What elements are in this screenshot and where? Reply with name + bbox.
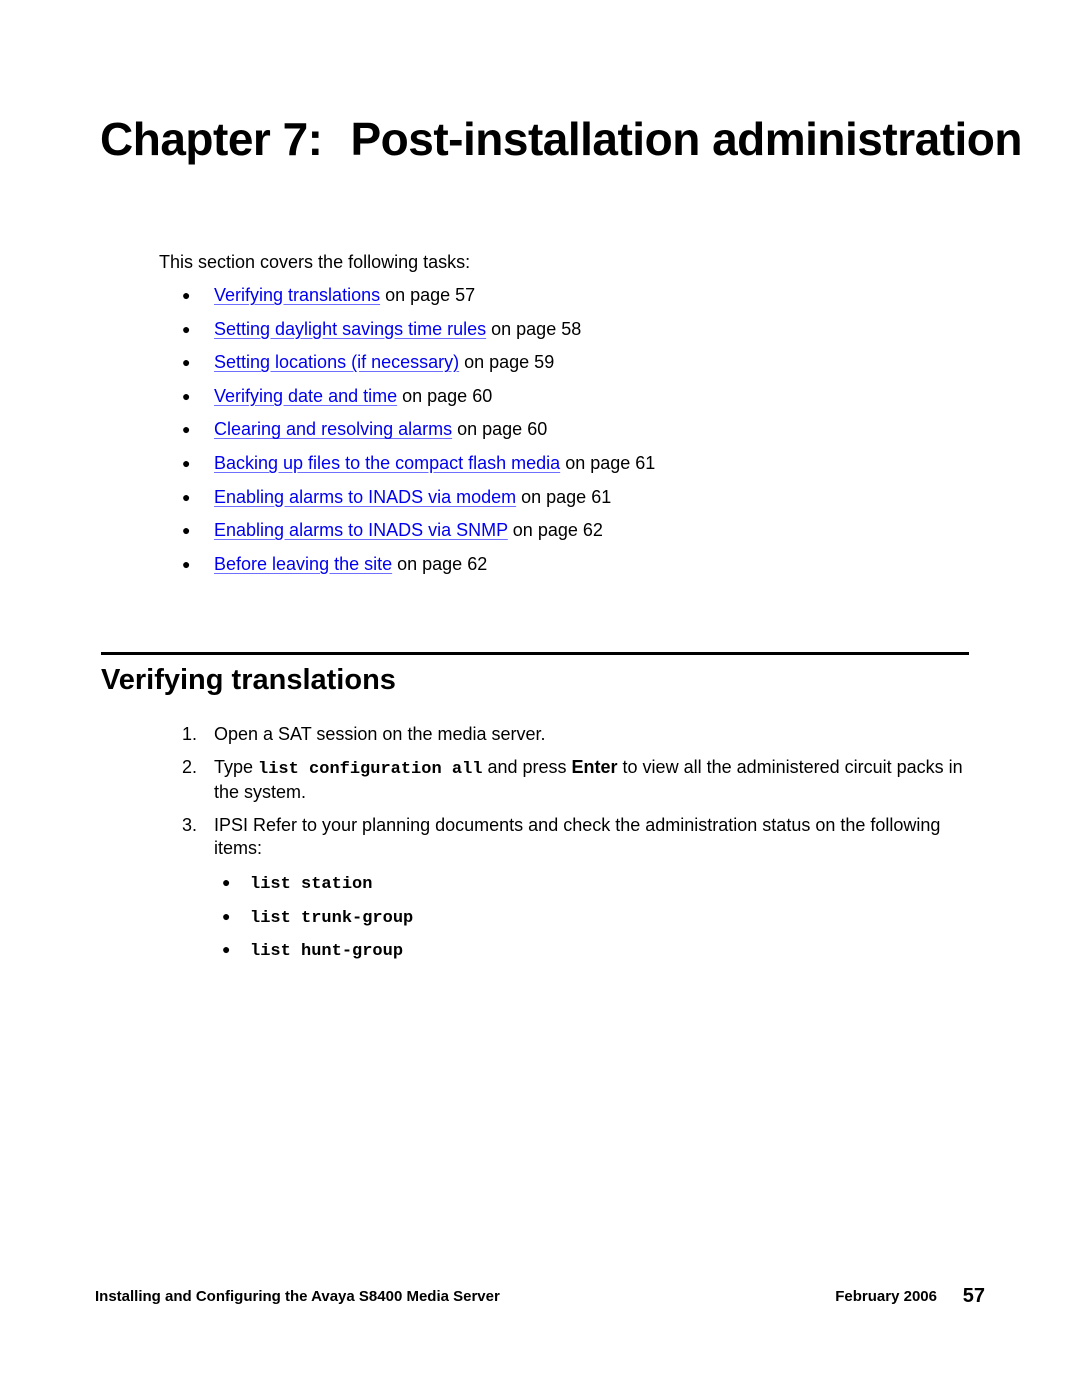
list-item: ● Setting daylight savings time rules on … bbox=[160, 317, 655, 351]
intro-text: This section covers the following tasks: bbox=[159, 252, 471, 272]
task-link[interactable]: Enabling alarms to INADS via SNMP bbox=[214, 520, 508, 540]
bullet-icon: ● bbox=[182, 354, 191, 371]
page-ref: on page 61 bbox=[560, 452, 656, 473]
list-item: ● list hunt-group bbox=[206, 937, 972, 971]
page-ref: on page 62 bbox=[507, 520, 603, 541]
command-text: list configuration all bbox=[258, 760, 483, 779]
bullet-icon: ● bbox=[182, 287, 191, 303]
step-number: 3. bbox=[182, 815, 198, 835]
list-item: ● Setting locations (if necessary) on pag… bbox=[160, 350, 655, 384]
bullet-icon: ● bbox=[182, 488, 191, 505]
key-name: Enter bbox=[571, 757, 618, 777]
step-text: IPSI Refer to your planning documents an… bbox=[214, 815, 941, 858]
step-number: 2. bbox=[182, 757, 198, 777]
task-link[interactable]: Enabling alarms to INADS via modem bbox=[214, 487, 516, 507]
page-ref: on page 57 bbox=[380, 285, 476, 305]
list-item: ● Enabling alarms to INADS via SNMP on pa… bbox=[160, 518, 655, 552]
command-text: list station bbox=[250, 875, 373, 894]
chapter-label: Chapter 7: bbox=[100, 113, 323, 165]
page-ref: on page 62 bbox=[392, 553, 488, 574]
command-text: list hunt-group bbox=[250, 942, 404, 962]
step-3: 3. IPSI Refer to your planning documents … bbox=[182, 814, 972, 971]
list-item: ● list trunk-group bbox=[206, 904, 972, 938]
page-number: 57 bbox=[962, 1285, 985, 1307]
step-1: 1. Open a SAT session on the media server… bbox=[182, 723, 972, 746]
bullet-icon: ● bbox=[182, 454, 191, 471]
step-text: Type bbox=[214, 757, 259, 777]
list-item: ● list station bbox=[206, 870, 972, 904]
task-link[interactable]: Verifying date and time bbox=[214, 386, 397, 406]
page-ref: on page 58 bbox=[486, 318, 582, 339]
command-list: ● list station ● list trunk-group ● list hu… bbox=[206, 870, 972, 971]
list-item: ● Verifying date and time on page 60 bbox=[160, 384, 655, 418]
bullet-icon: ● bbox=[182, 387, 191, 404]
page-ref: on page 59 bbox=[459, 352, 555, 373]
task-link[interactable]: Clearing and resolving alarms bbox=[214, 419, 452, 439]
step-2: 2. Type list configuration all and press … bbox=[182, 756, 972, 804]
section-divider bbox=[101, 652, 969, 655]
document-title: Installing and Configuring the Avaya S84… bbox=[95, 1288, 500, 1305]
task-list: ● Verifying translations on page 57 ● Sett… bbox=[160, 283, 655, 585]
step-text: Open a SAT session on the media server. bbox=[214, 724, 546, 744]
list-item: ● Clearing and resolving alarms on page 6… bbox=[160, 417, 655, 451]
bullet-icon: ● bbox=[182, 421, 191, 438]
task-link[interactable]: Setting daylight savings time rules bbox=[214, 319, 486, 339]
bullet-icon: ● bbox=[222, 907, 231, 924]
list-item: ● Enabling alarms to INADS via modem on p… bbox=[160, 485, 655, 519]
page-ref: on page 60 bbox=[397, 385, 493, 406]
command-text: list trunk-group bbox=[250, 908, 414, 928]
list-item: ● Verifying translations on page 57 bbox=[160, 283, 655, 317]
section-title: Verifying translations bbox=[101, 664, 396, 696]
page-ref: on page 60 bbox=[452, 419, 548, 440]
step-text: and press bbox=[482, 757, 572, 777]
chapter-title: Chapter 7: Post-installation administrati… bbox=[100, 112, 1022, 166]
bullet-icon: ● bbox=[222, 941, 231, 958]
list-item: ● Backing up files to the compact flash m… bbox=[160, 451, 655, 485]
step-number: 1. bbox=[182, 724, 198, 744]
bullet-icon: ● bbox=[182, 522, 191, 539]
task-link[interactable]: Verifying translations bbox=[214, 285, 380, 305]
bullet-icon: ● bbox=[182, 555, 191, 572]
task-link[interactable]: Backing up files to the compact flash me… bbox=[214, 453, 560, 473]
publication-date: February 2006 bbox=[835, 1288, 937, 1305]
chapter-name: Post-installation administration bbox=[350, 113, 1022, 165]
steps-list: 1. Open a SAT session on the media server… bbox=[182, 723, 972, 981]
page-ref: on page 61 bbox=[516, 486, 612, 507]
task-link[interactable]: Setting locations (if necessary) bbox=[214, 352, 459, 372]
task-link[interactable]: Before leaving the site bbox=[214, 554, 392, 574]
bullet-icon: ● bbox=[222, 874, 231, 890]
list-item: ● Before leaving the site on page 62 bbox=[160, 552, 655, 586]
bullet-icon: ● bbox=[182, 320, 191, 337]
